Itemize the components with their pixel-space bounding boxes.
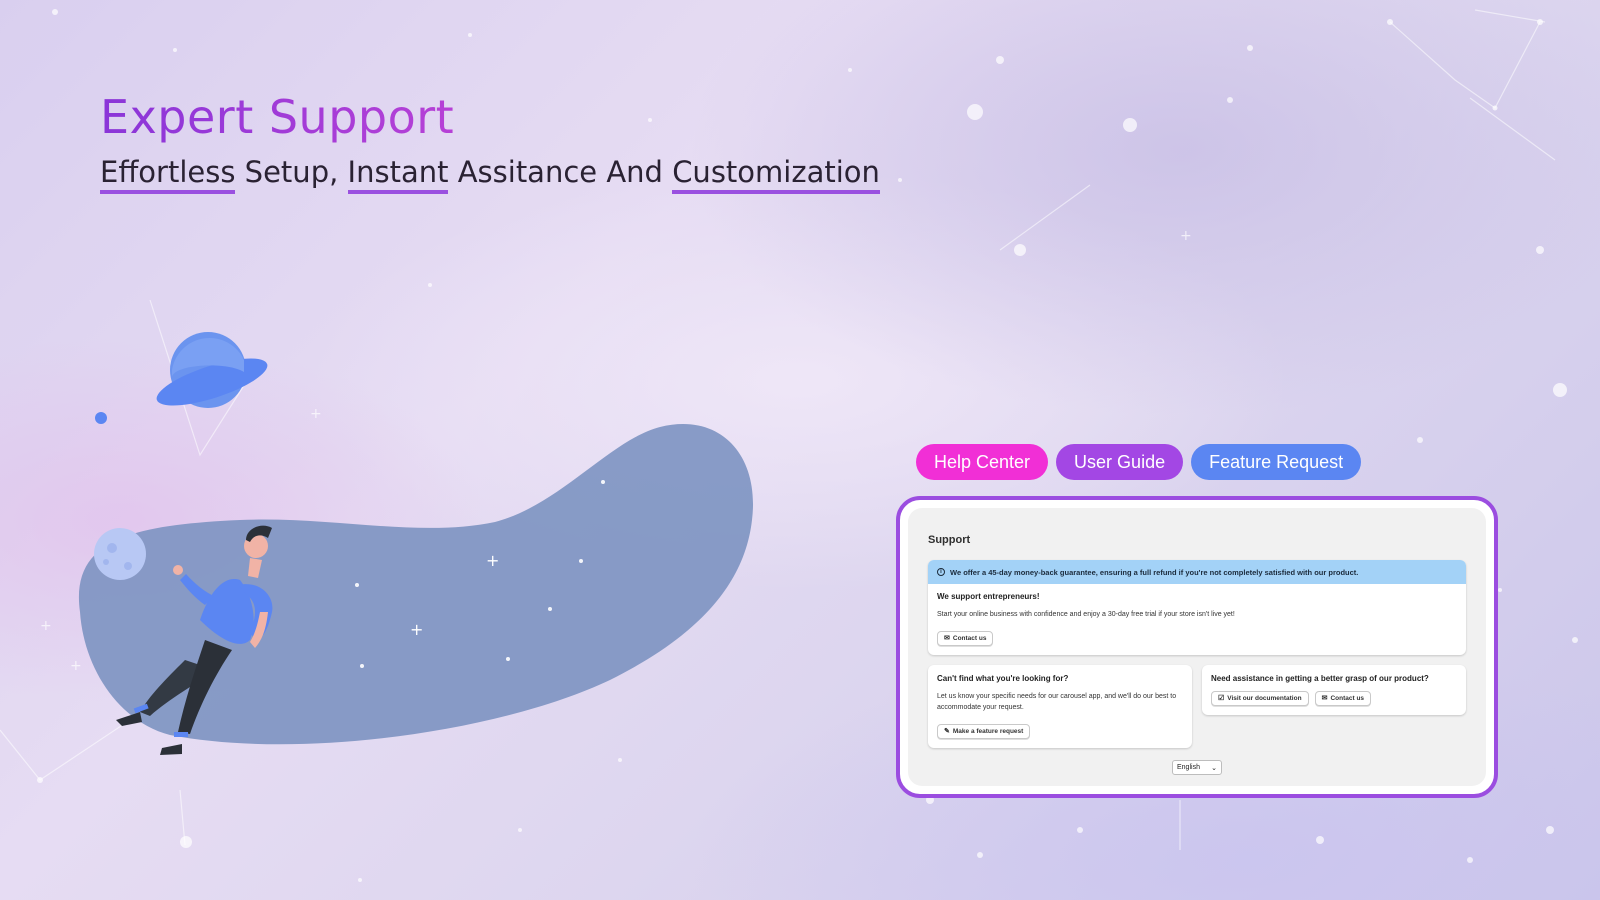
contact-us-button[interactable]: ✉ Contact us <box>937 631 994 646</box>
hero-title: Expert Support <box>100 92 880 143</box>
feature-card-body: Let us know your specific needs for our … <box>937 693 1177 711</box>
contact-us-label: Contact us <box>952 635 987 642</box>
support-tabs: Help Center User Guide Feature Request <box>916 444 1362 480</box>
tab-user-guide[interactable]: User Guide <box>1056 444 1184 480</box>
tab-feature-request[interactable]: Feature Request <box>1191 444 1362 480</box>
hero-section: Expert Support Effortless Setup, Instant… <box>100 92 880 194</box>
highlight-instant: Instant <box>347 155 449 194</box>
support-page: Support i We offer a 45-day money-back g… <box>908 508 1486 786</box>
highlight-effortless: Effortless <box>100 155 236 194</box>
documentation-card: Need assistance in getting a better gras… <box>1202 665 1466 715</box>
mail-icon: ✉ <box>1321 695 1328 702</box>
visit-documentation-label: Visit our documentation <box>1227 695 1302 702</box>
blob-shape <box>78 424 754 745</box>
language-value: English <box>1177 764 1200 771</box>
subtitle-text-2: Assitance And <box>448 154 673 189</box>
feature-request-card: Can't find what you're looking for? Let … <box>928 665 1192 748</box>
docs-contact-us-button[interactable]: ✉ Contact us <box>1314 691 1372 706</box>
entrepreneurs-body: Start your online business with confiden… <box>937 611 1235 618</box>
svg-text:+: + <box>486 551 499 570</box>
guarantee-text: We offer a 45-day money-back guarantee, … <box>950 567 1359 577</box>
support-cards-row: Can't find what you're looking for? Let … <box>928 665 1466 748</box>
chevron-down-icon: ⌄ <box>1211 764 1217 772</box>
info-icon: i <box>937 568 945 576</box>
feature-card-heading: Can't find what you're looking for? <box>937 674 1069 683</box>
make-feature-request-button[interactable]: ✎ Make a feature request <box>937 724 1031 739</box>
support-preview-frame: Support i We offer a 45-day money-back g… <box>896 496 1498 798</box>
hero-subtitle: Effortless Setup, Instant Assitance And … <box>100 155 880 194</box>
document-icon: ☑ <box>1218 695 1225 702</box>
tab-help-center[interactable]: Help Center <box>916 444 1049 480</box>
guarantee-banner: i We offer a 45-day money-back guarantee… <box>928 560 1466 584</box>
subtitle-text-1: Setup, <box>235 154 348 189</box>
visit-documentation-button[interactable]: ☑ Visit our documentation <box>1211 691 1309 706</box>
entrepreneurs-card: i We offer a 45-day money-back guarantee… <box>928 560 1466 655</box>
moon <box>94 528 146 580</box>
edit-icon: ✎ <box>944 728 950 735</box>
docs-card-heading: Need assistance in getting a better gras… <box>1211 674 1429 683</box>
svg-text:+: + <box>410 620 423 639</box>
highlight-customization: Customization <box>672 155 880 194</box>
entrepreneurs-heading: We support entrepreneurs! <box>937 592 1040 601</box>
docs-contact-us-label: Contact us <box>1330 695 1365 702</box>
mail-icon: ✉ <box>944 635 950 642</box>
make-feature-request-label: Make a feature request <box>952 728 1024 735</box>
language-select[interactable]: English ⌄ <box>1172 760 1222 775</box>
support-page-title: Support <box>928 534 971 546</box>
